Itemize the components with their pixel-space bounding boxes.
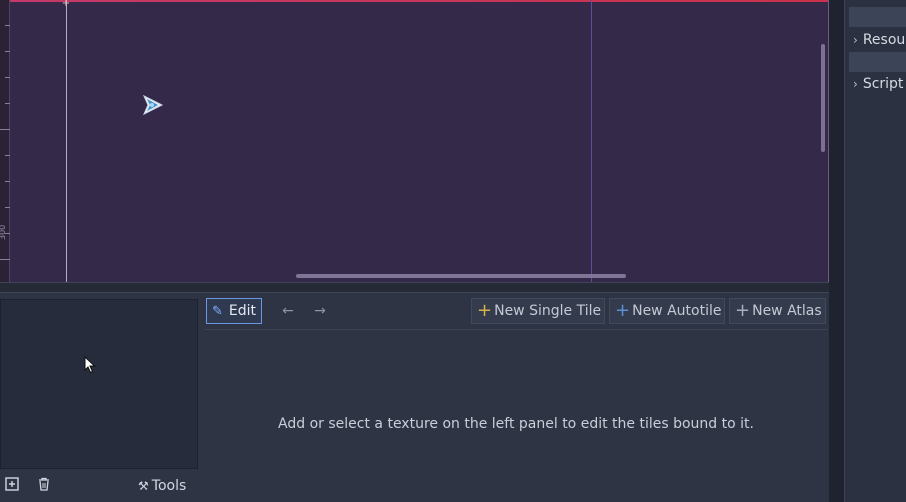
new-autotile-label: New Autotile: [632, 303, 722, 319]
ruler-label: 300: [0, 224, 7, 240]
origin-marker: +: [61, 0, 71, 9]
inspector-section-resource[interactable]: › Resource: [849, 29, 906, 51]
editor-window: 300 + ⚒ Tools ✎ Edit ← → + New Single Ti…: [0, 0, 906, 502]
vertical-ruler: 300: [0, 0, 10, 282]
inspector-header-row: [849, 52, 906, 72]
mouse-cursor-icon: [84, 356, 96, 374]
new-atlas-label: New Atlas: [752, 303, 822, 319]
add-icon[interactable]: [4, 477, 20, 493]
prev-texture-button[interactable]: ←: [279, 302, 297, 320]
inspector-section-label: Resource: [862, 32, 906, 48]
canvas-viewport[interactable]: 300 +: [0, 0, 829, 283]
new-atlas-button[interactable]: + New Atlas: [729, 298, 826, 324]
tools-label: Tools: [151, 478, 187, 494]
y-axis-line: [66, 0, 67, 282]
inspector-section-script[interactable]: › Script: [849, 73, 906, 95]
new-single-tile-label: New Single Tile: [494, 303, 602, 319]
panel-splitter[interactable]: [829, 0, 844, 502]
edit-label: Edit: [228, 303, 257, 319]
plus-icon: +: [615, 300, 631, 321]
pencil-icon: ✎: [212, 304, 223, 319]
chevron-right-icon: ›: [853, 33, 858, 47]
tile-editor-area: ✎ Edit ← → + New Single Tile + New Autotile…: [204, 293, 828, 502]
next-texture-button[interactable]: →: [311, 302, 329, 320]
viewport-bound-line: [591, 0, 592, 282]
tileset-editor-panel: ⚒ Tools ✎ Edit ← → + New Single Tile + New A…: [0, 292, 830, 502]
plus-icon: +: [477, 300, 493, 321]
vertical-scrollbar[interactable]: [821, 44, 825, 152]
plus-icon: +: [735, 300, 751, 321]
texture-list[interactable]: [0, 299, 198, 469]
horizontal-scrollbar[interactable]: [296, 274, 626, 278]
inspector-section-label: Script: [862, 76, 904, 92]
tools-menu-button[interactable]: ⚒ Tools: [138, 476, 186, 496]
toolbar-separator: [204, 329, 828, 330]
wrench-icon: ⚒: [138, 479, 149, 493]
edit-button[interactable]: ✎ Edit: [206, 298, 262, 324]
inspector-panel: › Resource › Script: [844, 0, 906, 502]
inspector-header-row: [849, 7, 906, 27]
empty-hint-text: Add or select a texture on the left pane…: [278, 416, 754, 432]
node-position-icon[interactable]: [141, 94, 165, 116]
chevron-right-icon: ›: [853, 77, 858, 91]
new-autotile-button[interactable]: + New Autotile: [609, 298, 725, 324]
viewport-top-border: [0, 0, 829, 2]
new-single-tile-button[interactable]: + New Single Tile: [471, 298, 605, 324]
trash-icon[interactable]: [36, 477, 52, 493]
